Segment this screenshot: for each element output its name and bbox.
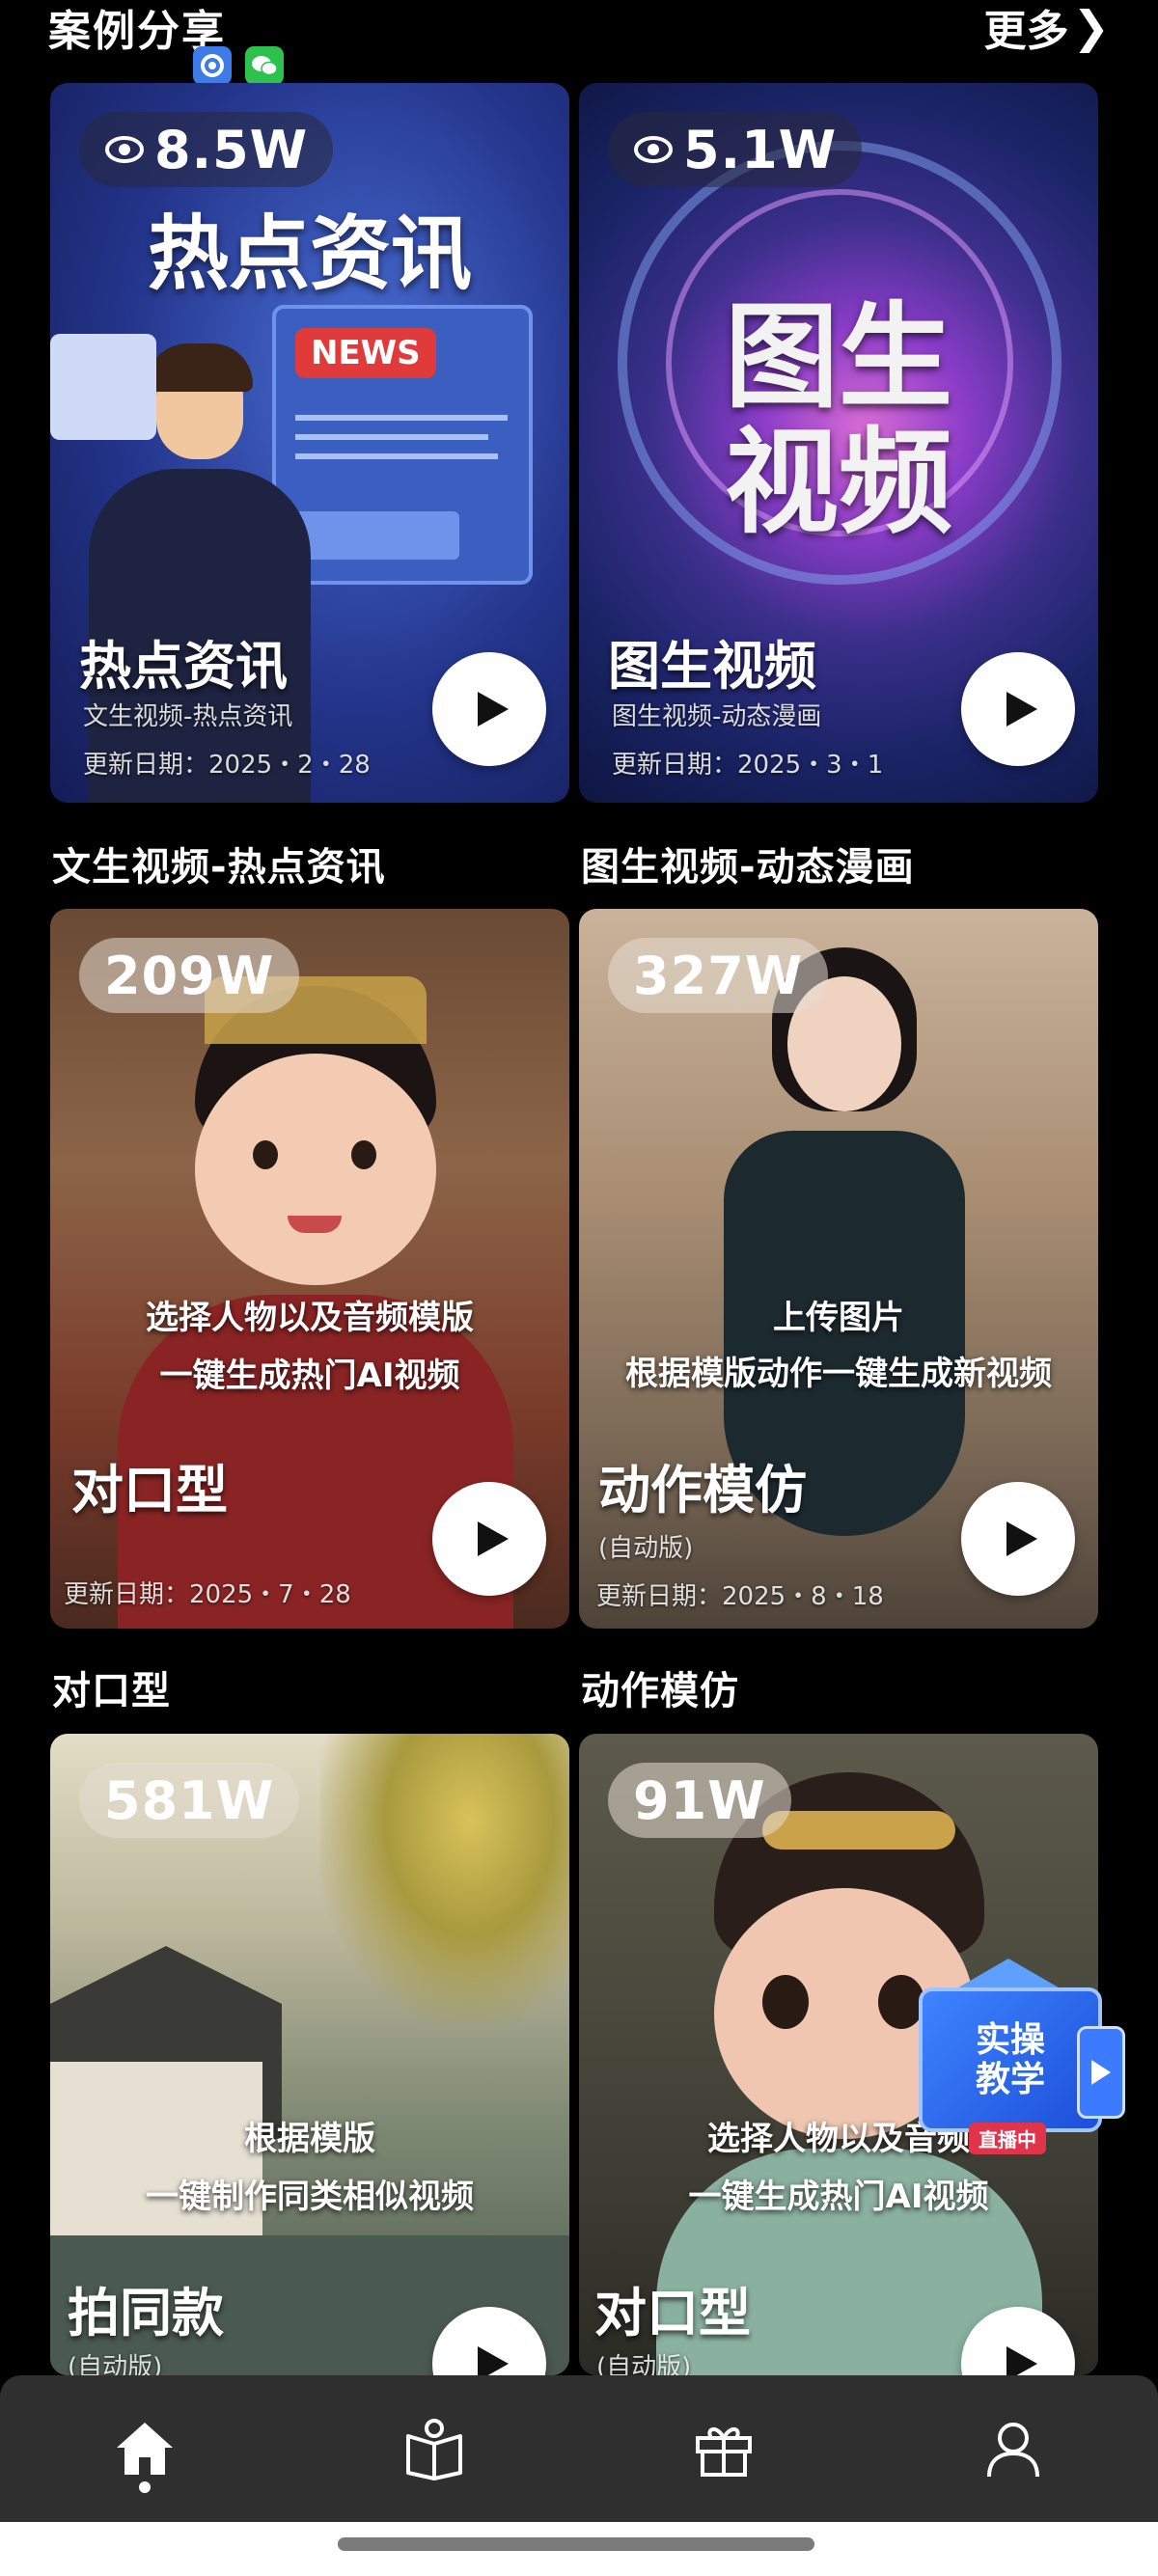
case-card-motion-imitation[interactable]: 327W 上传图片 根据模版动作一键生成新视频 动作模仿 (自动版) 更新日期：…: [579, 909, 1098, 1629]
book-icon: [406, 2419, 462, 2480]
views-count: 581W: [104, 1769, 275, 1831]
character-face: [195, 1054, 436, 1285]
play-button[interactable]: [961, 652, 1075, 766]
views-count: 209W: [104, 945, 275, 1006]
card-caption[interactable]: 动作模仿: [581, 1659, 739, 1715]
tree-foliage: [320, 1734, 569, 2023]
nav-item-library[interactable]: [290, 2375, 579, 2522]
profile-icon: [987, 2423, 1039, 2478]
case-card-image-to-video[interactable]: 5.1W 图生 视频 图生视频 图生视频-动态漫画 更新日期：2025・3・1: [579, 83, 1098, 803]
overlay-text-line2: 一键生成热门AI视频: [688, 2178, 989, 2216]
tutorial-floating-button[interactable]: 实操 教学 直播中: [897, 1959, 1129, 2161]
tutorial-label-line1: 实操: [975, 2019, 1045, 2060]
card-date: 更新日期：2025・3・1: [612, 751, 884, 780]
card-caption[interactable]: 文生视频-热点资讯: [52, 836, 386, 891]
views-badge: 327W: [608, 938, 829, 1013]
live-tag: 直播中: [969, 2123, 1046, 2154]
side-panel: [50, 334, 156, 440]
play-button[interactable]: [961, 1482, 1075, 1596]
card-subtitle: (自动版): [596, 2353, 692, 2375]
views-badge: 8.5W: [79, 112, 334, 187]
views-badge: 209W: [79, 938, 300, 1013]
play-icon: [1006, 1521, 1037, 1556]
card-title: 拍同款: [68, 2283, 224, 2343]
status-icons: [193, 46, 284, 85]
app-notification-icon: [193, 46, 232, 85]
card-subtitle: (自动版): [598, 1534, 694, 1563]
headpiece: [762, 1811, 955, 1850]
more-link[interactable]: 更多 ❯: [983, 0, 1110, 58]
overlay-text-line2: 一键制作同类相似视频: [146, 2178, 474, 2216]
nav-item-profile[interactable]: [868, 2375, 1158, 2522]
card-title: 热点资讯: [79, 636, 288, 697]
play-icon: [1006, 692, 1037, 726]
overlay-text-line2: 一键生成热门AI视频: [159, 1357, 460, 1395]
nav-item-home[interactable]: [0, 2375, 290, 2522]
chevron-right-icon: ❯: [1072, 1, 1110, 53]
views-badge: 91W: [608, 1763, 791, 1838]
card-headline-line1: 图生: [724, 290, 952, 424]
card-date: 更新日期：2025・7・28: [64, 1580, 351, 1609]
tutorial-label-line2: 教学: [975, 2060, 1045, 2099]
views-badge: 5.1W: [608, 112, 863, 187]
play-icon: [478, 2346, 509, 2375]
news-label: NEWS: [295, 328, 436, 378]
eye-icon: [105, 136, 144, 163]
more-label: 更多: [983, 7, 1069, 56]
overlay-text-line2: 根据模版动作一键生成新视频: [625, 1355, 1052, 1393]
home-icon: [117, 2423, 173, 2475]
case-card-hot-news[interactable]: NEWS 8.5W 热点资讯 热点资讯 文生视频-热点资讯 更新日期：2025・…: [50, 83, 569, 803]
card-subtitle: 图生视频-动态漫画: [612, 702, 822, 731]
overlay-text-line1: 选择人物以及音频模版: [146, 1299, 474, 1337]
tutorial-label: 实操 教学: [919, 1987, 1102, 2132]
card-title: 对口型: [594, 2283, 751, 2343]
overlay-text-line1: 根据模版: [244, 2120, 375, 2158]
card-date: 更新日期：2025・8・18: [596, 1582, 884, 1611]
card-title: 图生视频: [608, 636, 816, 697]
wechat-icon: [245, 46, 284, 85]
card-caption[interactable]: 对口型: [52, 1659, 171, 1715]
eye-icon: [634, 136, 673, 163]
case-card-same-style[interactable]: 581W 根据模版 一键制作同类相似视频 拍同款 (自动版): [50, 1734, 569, 2375]
news-panel: NEWS: [272, 305, 533, 585]
views-count: 91W: [633, 1769, 766, 1831]
views-badge: 581W: [79, 1763, 300, 1838]
card-title: 动作模仿: [598, 1460, 807, 1521]
card-subtitle: (自动版): [68, 2353, 163, 2375]
card-headline: 图生 视频: [579, 290, 1098, 549]
overlay-text-line1: 上传图片: [773, 1299, 904, 1337]
nav-item-gifts[interactable]: [579, 2375, 868, 2522]
play-icon: [478, 692, 509, 726]
play-icon: [478, 1521, 509, 1556]
card-headline: 热点资讯: [147, 206, 472, 301]
active-indicator: [139, 2481, 151, 2493]
play-icon: [1006, 2346, 1037, 2375]
card-title: 对口型: [71, 1460, 228, 1521]
card-caption[interactable]: 图生视频-动态漫画: [581, 836, 915, 891]
card-subtitle: 文生视频-热点资讯: [83, 702, 293, 731]
play-icon: [1077, 2026, 1125, 2119]
section-header: 案例分享 更多 ❯: [0, 0, 1158, 87]
play-button[interactable]: [432, 652, 546, 766]
card-headline-line2: 视频: [724, 415, 952, 549]
views-count: 8.5W: [154, 119, 309, 180]
gift-icon: [696, 2427, 752, 2477]
card-date: 更新日期：2025・2・28: [83, 751, 371, 780]
case-card-lip-sync[interactable]: 209W 选择人物以及音频模版 一键生成热门AI视频 对口型 更新日期：2025…: [50, 909, 569, 1629]
views-count: 5.1W: [683, 119, 838, 180]
play-button[interactable]: [432, 1482, 546, 1596]
bottom-nav: [0, 2375, 1158, 2522]
views-count: 327W: [633, 945, 804, 1006]
home-indicator[interactable]: [338, 2537, 814, 2551]
